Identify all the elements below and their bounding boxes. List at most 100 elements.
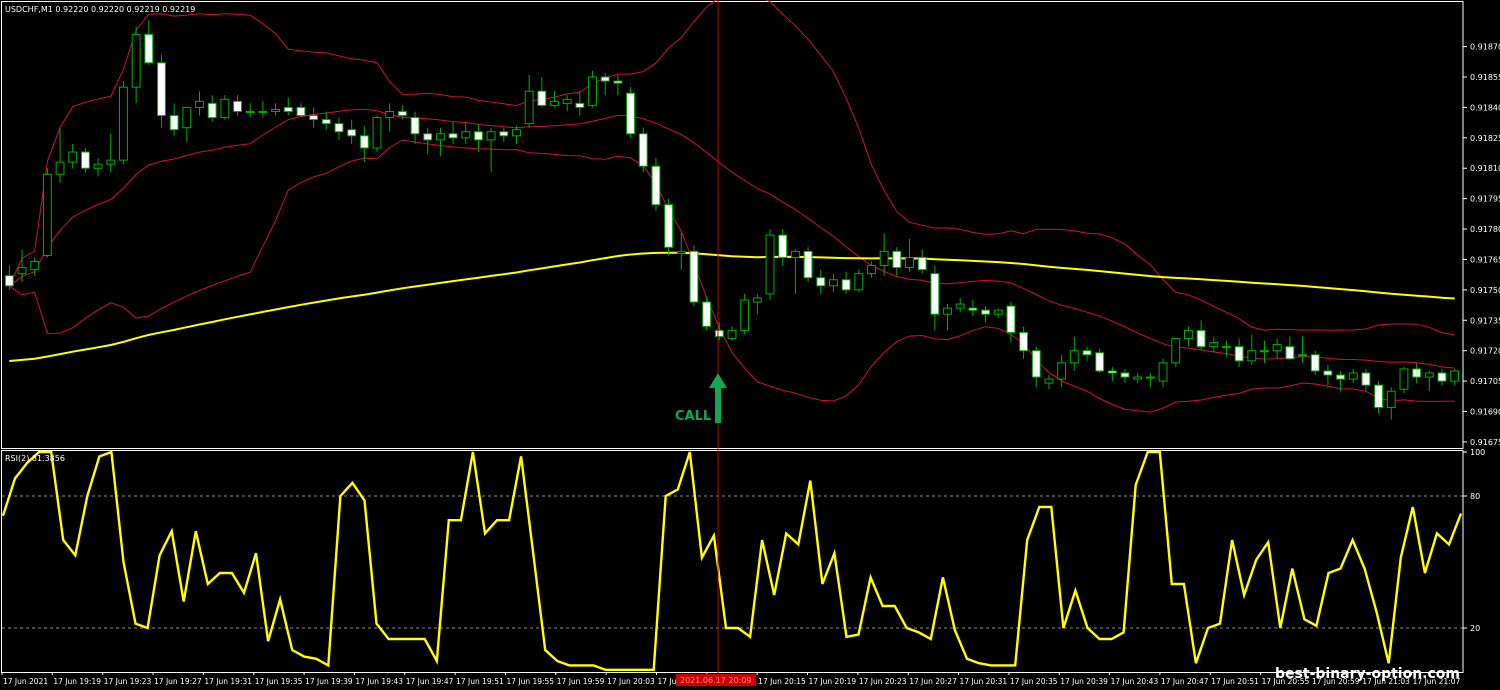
candle <box>537 77 547 108</box>
candle <box>1272 338 1282 359</box>
moving-average <box>9 251 1455 362</box>
candle <box>664 198 674 256</box>
candle-body <box>1183 329 1193 340</box>
candle-body <box>1247 350 1257 362</box>
candle <box>892 247 902 276</box>
time-tick-label: 17 Jun 20:35 <box>1010 677 1058 686</box>
candle-body <box>1234 346 1244 362</box>
candle <box>765 229 775 301</box>
price-tick-label: 0.91795 <box>1470 195 1500 204</box>
candle-body <box>1171 338 1181 364</box>
candle <box>816 269 826 294</box>
candle-body <box>740 299 750 331</box>
candle <box>1310 350 1320 376</box>
candle <box>689 245 699 307</box>
candle-body <box>359 135 369 149</box>
time-tick-label: 17 Jun 20:23 <box>859 677 907 686</box>
candle <box>993 308 1003 319</box>
candle-body <box>765 234 775 295</box>
trading-chart[interactable]: 0.91870 0.91855 0.91840 0.91825 0.91810 0.917… <box>0 0 1500 690</box>
candle-body <box>727 329 737 340</box>
candle <box>1386 387 1396 420</box>
bb-lower-line <box>9 139 1455 413</box>
candle <box>1107 366 1117 382</box>
candle-body <box>981 309 990 315</box>
candle-body <box>702 301 712 327</box>
candle-body <box>1082 350 1092 356</box>
candle-body <box>841 279 851 291</box>
candle <box>524 74 534 128</box>
candle-body <box>638 133 648 167</box>
price-tick-label: 0.91840 <box>1470 103 1500 112</box>
candle <box>1247 334 1257 365</box>
candle-body <box>816 277 826 287</box>
candle <box>106 133 116 173</box>
candle-body <box>1348 372 1358 380</box>
candle <box>131 26 141 104</box>
candle <box>1069 336 1079 371</box>
candle-body <box>752 297 762 303</box>
candle <box>182 106 192 142</box>
time-tick-label: 17 Jun 20:27 <box>909 677 957 686</box>
candle <box>359 125 369 163</box>
price-tick-label: 0.91735 <box>1470 316 1500 325</box>
candle <box>562 95 572 112</box>
time-tick-label: 17 Jun 20:47 <box>1161 677 1209 686</box>
price-tick-label: 0.91750 <box>1470 286 1500 295</box>
candle-body <box>550 100 559 106</box>
candle-body <box>245 110 255 113</box>
candle-body <box>892 250 902 269</box>
candle <box>943 304 952 331</box>
candle <box>613 74 623 96</box>
candle-body <box>1374 384 1384 408</box>
rsi-panel-frame <box>1 450 1464 673</box>
candle <box>1424 370 1434 392</box>
candle <box>80 147 90 173</box>
candle <box>600 72 610 96</box>
candle <box>752 293 762 315</box>
candle <box>790 249 800 294</box>
candle <box>220 95 230 120</box>
candle <box>1044 375 1054 390</box>
main-panel-frame <box>1 1 1464 449</box>
time-tick-label: 17 Jun 20:03 <box>607 677 655 686</box>
candle <box>1361 368 1371 392</box>
candle-body <box>1209 342 1219 348</box>
candle-body <box>334 123 344 133</box>
candle-body <box>803 250 813 279</box>
up-arrow-icon <box>709 373 727 423</box>
candle-body <box>1361 372 1371 386</box>
candle-body <box>790 250 800 258</box>
price-tick-label: 0.91765 <box>1470 255 1500 264</box>
time-tick-label: 17 Jun 20:15 <box>758 677 806 686</box>
candle-body <box>423 133 433 141</box>
candle <box>930 265 940 331</box>
candle-body <box>676 250 686 254</box>
candle-body <box>1031 350 1041 378</box>
candle <box>1323 364 1333 386</box>
candle-body <box>664 204 674 248</box>
candle <box>1082 346 1092 361</box>
candle-body <box>1323 370 1333 376</box>
candle <box>68 143 78 169</box>
candle-body <box>917 256 927 271</box>
candle <box>575 91 585 116</box>
candle-body <box>537 90 547 106</box>
watermark: best-binary-option.com <box>1275 666 1460 682</box>
candle <box>651 158 661 211</box>
candle-body <box>30 260 40 271</box>
candle-body <box>626 92 636 135</box>
candle-body <box>1120 372 1130 378</box>
candle <box>258 101 268 118</box>
chart-canvas[interactable]: 0.91870 0.91855 0.91840 0.91825 0.91810 0.917… <box>0 0 1500 690</box>
candle-body <box>195 100 204 108</box>
candle <box>1209 336 1219 353</box>
candle-body <box>93 163 103 169</box>
candle <box>626 87 636 138</box>
price-tick-label: 0.91855 <box>1470 73 1500 82</box>
candle <box>981 306 990 323</box>
candle <box>1145 372 1155 388</box>
candle-body <box>588 76 597 106</box>
rsi-tick-label: 100 <box>1470 448 1485 457</box>
candle <box>778 229 788 266</box>
